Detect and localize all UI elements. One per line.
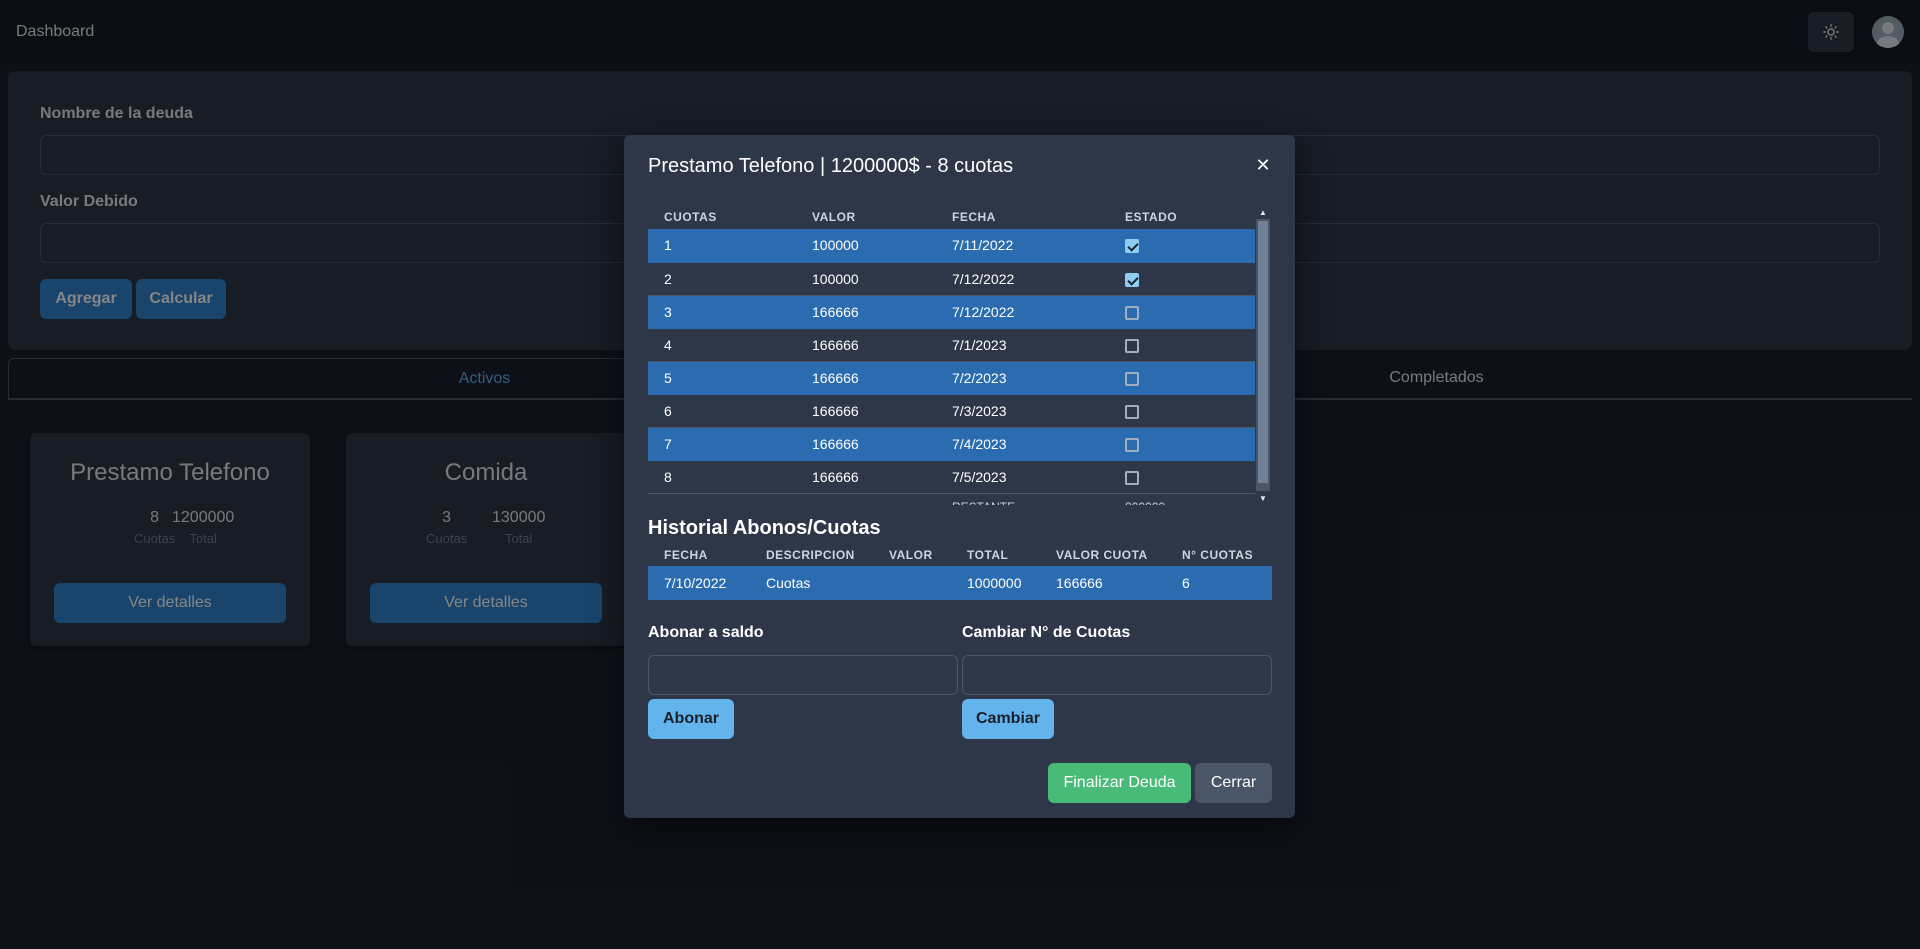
- restante-label: RESTANTE: [936, 493, 1109, 506]
- restante-value: 800000: [1109, 493, 1255, 506]
- table-row: 6 166666 7/3/2023: [648, 394, 1255, 428]
- abonar-button[interactable]: Abonar: [648, 699, 734, 739]
- cuota-valor: 100000: [796, 262, 936, 296]
- estado-checkbox[interactable]: [1125, 239, 1139, 254]
- cambiar-cuotas-input[interactable]: [962, 655, 1272, 695]
- cuota-estado: [1109, 295, 1255, 329]
- column-header: ESTADO: [1125, 210, 1178, 224]
- estado-checkbox[interactable]: [1125, 437, 1139, 452]
- cuota-estado: [1109, 262, 1255, 296]
- column-header: VALOR: [889, 548, 933, 562]
- table-row: 7/10/2022 Cuotas 1000000 166666 6: [648, 566, 1272, 600]
- cuotas-table-scroll[interactable]: CUOTAS VALOR FECHA ESTADO 1 100000 7/11/20…: [648, 205, 1262, 505]
- estado-checkbox[interactable]: [1125, 470, 1139, 485]
- column-header: FECHA: [952, 210, 996, 224]
- table-row: 8 166666 7/5/2023: [648, 460, 1255, 494]
- cuota-number: 8: [648, 460, 796, 494]
- cuota-valor: 166666: [796, 328, 936, 362]
- cuota-number: 6: [648, 394, 796, 428]
- scroll-thumb[interactable]: [1258, 221, 1268, 483]
- cuota-number: 7: [648, 427, 796, 461]
- table-row: 5 166666 7/2/2023: [648, 361, 1255, 395]
- cuota-fecha: 7/5/2023: [936, 460, 1109, 494]
- cuota-estado: [1109, 427, 1255, 461]
- cuota-estado: [1109, 394, 1255, 428]
- column-header: FECHA: [664, 548, 708, 562]
- cuota-fecha: 7/2/2023: [936, 361, 1109, 395]
- cuota-number: 4: [648, 328, 796, 362]
- historial-total: 1000000: [951, 566, 1040, 600]
- column-header: TOTAL: [967, 548, 1009, 562]
- close-button[interactable]: ✕: [1247, 149, 1279, 181]
- cuota-fecha: 7/11/2022: [936, 229, 1109, 263]
- historial-fecha: 7/10/2022: [648, 566, 750, 600]
- cuota-valor: 166666: [796, 394, 936, 428]
- table-row: 7 166666 7/4/2023: [648, 427, 1255, 461]
- cuota-fecha: 7/1/2023: [936, 328, 1109, 362]
- estado-checkbox[interactable]: [1125, 371, 1139, 386]
- table-row: 4 166666 7/1/2023: [648, 328, 1255, 362]
- column-header: CUOTAS: [664, 210, 717, 224]
- cuota-number: 2: [648, 262, 796, 296]
- historial-valor-cuota: 166666: [1040, 566, 1166, 600]
- column-header: N° CUOTAS: [1182, 548, 1254, 562]
- restante-row: RESTANTE800000: [648, 493, 1255, 506]
- cuota-estado: [1109, 361, 1255, 395]
- close-icon: ✕: [1255, 154, 1271, 175]
- column-header: VALOR CUOTA: [1056, 548, 1148, 562]
- historial-n-cuotas: 6: [1166, 566, 1272, 600]
- cuota-fecha: 7/4/2023: [936, 427, 1109, 461]
- cuota-estado: [1109, 328, 1255, 362]
- cuota-fecha: 7/3/2023: [936, 394, 1109, 428]
- modal-title: Prestamo Telefono | 1200000$ - 8 cuotas: [648, 155, 1014, 177]
- column-header: DESCRIPCION: [766, 548, 855, 562]
- estado-checkbox[interactable]: [1125, 272, 1139, 287]
- cuota-valor: 166666: [796, 427, 936, 461]
- cambiar-button[interactable]: Cambiar: [962, 699, 1054, 739]
- cuota-fecha: 7/12/2022: [936, 295, 1109, 329]
- estado-checkbox[interactable]: [1125, 404, 1139, 419]
- cuota-estado: [1109, 460, 1255, 494]
- historial-table: FECHA DESCRIPCION VALOR TOTAL VALOR CUOT…: [648, 544, 1272, 600]
- finalizar-deuda-button[interactable]: Finalizar Deuda: [1048, 763, 1191, 803]
- scroll-down-icon[interactable]: ▼: [1256, 491, 1270, 505]
- cuota-number: 3: [648, 295, 796, 329]
- cambiar-cuotas-label: Cambiar N° de Cuotas: [962, 624, 1131, 641]
- cuota-valor: 166666: [796, 295, 936, 329]
- table-row: 1 100000 7/11/2022: [648, 229, 1255, 263]
- cuota-valor: 166666: [796, 460, 936, 494]
- estado-checkbox[interactable]: [1125, 338, 1139, 353]
- historial-valor: [873, 566, 951, 600]
- debt-details-modal: Prestamo Telefono | 1200000$ - 8 cuotas …: [624, 135, 1295, 818]
- empty-cell: [648, 493, 796, 505]
- estado-checkbox[interactable]: [1125, 305, 1139, 320]
- cuota-estado: [1109, 229, 1255, 263]
- scroll-up-icon[interactable]: ▲: [1256, 205, 1270, 219]
- cuotas-table: CUOTAS VALOR FECHA ESTADO 1 100000 7/11/20…: [648, 205, 1255, 505]
- cerrar-button[interactable]: Cerrar: [1195, 763, 1272, 803]
- cuota-number: 1: [648, 229, 796, 263]
- cuota-valor: 100000: [796, 229, 936, 263]
- empty-cell: [796, 493, 936, 505]
- historial-title: Historial Abonos/Cuotas: [648, 517, 881, 539]
- cuota-fecha: 7/12/2022: [936, 262, 1109, 296]
- historial-descripcion: Cuotas: [750, 566, 873, 600]
- cuota-valor: 166666: [796, 361, 936, 395]
- table-row: 2 100000 7/12/2022: [648, 262, 1255, 296]
- abonar-label: Abonar a saldo: [648, 624, 764, 641]
- cuota-number: 5: [648, 361, 796, 395]
- abonar-input[interactable]: [648, 655, 958, 695]
- column-header: VALOR: [812, 210, 856, 224]
- cuotas-scrollbar[interactable]: ▲ ▼: [1256, 205, 1270, 505]
- table-row: 3 166666 7/12/2022: [648, 295, 1255, 329]
